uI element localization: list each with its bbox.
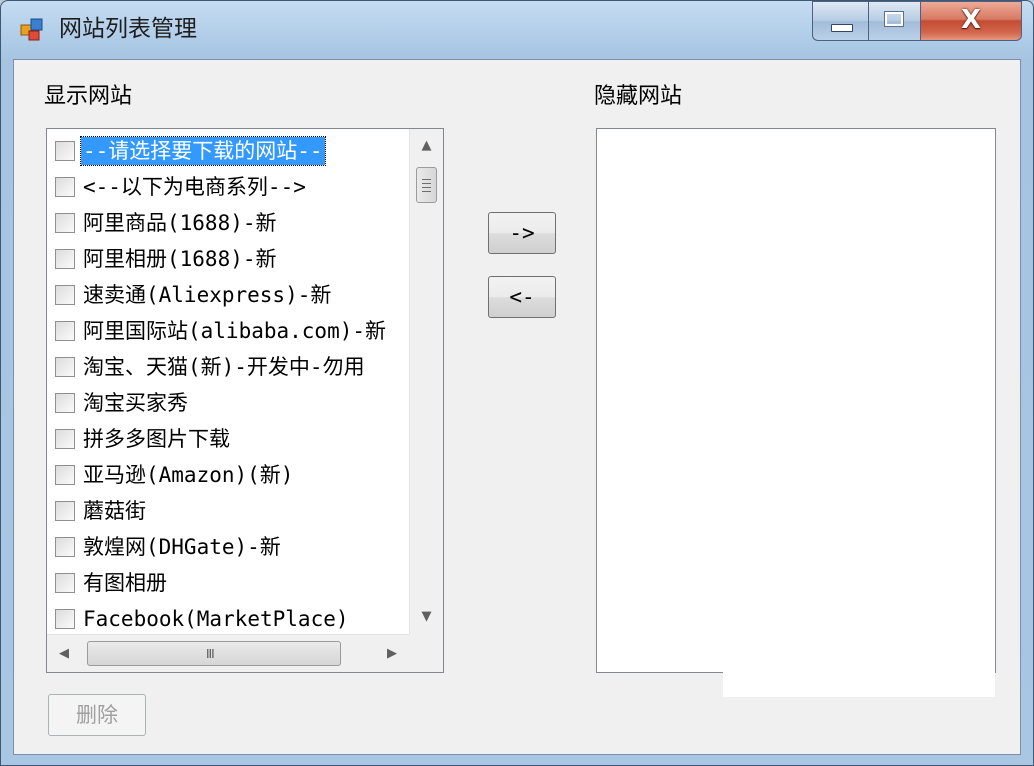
item-label: 蘑菇街 [83,499,146,523]
item-label: Facebook(MarketPlace) [83,607,349,631]
list-item[interactable]: Facebook(MarketPlace) [55,601,351,634]
item-checkbox[interactable] [55,501,75,521]
item-checkbox[interactable] [55,213,75,233]
item-checkbox[interactable] [55,573,75,593]
close-button[interactable]: X [920,1,1022,41]
list-item[interactable]: 亚马逊(Amazon)(新) [55,457,295,493]
blank-overlay [723,597,995,697]
item-checkbox[interactable] [55,465,75,485]
item-label: 有图相册 [83,571,167,595]
list-item[interactable]: 拼多多图片下载 [55,421,232,457]
grip-icon: III [206,647,215,661]
horizontal-scrollbar[interactable]: ◀ III ▶ [47,634,443,672]
item-label: <--以下为电商系列--> [83,175,306,199]
move-to-hidden-button[interactable]: -> [488,212,556,254]
maximize-icon [884,11,904,27]
item-checkbox[interactable] [55,177,75,197]
show-sites-label: 显示网站 [44,84,133,109]
close-icon: X [960,5,982,35]
item-label: 阿里商品(1688)-新 [83,211,277,235]
list-item[interactable]: 阿里商品(1688)-新 [55,205,279,241]
list-item[interactable]: --请选择要下载的网站-- [55,133,326,169]
list-item[interactable]: 淘宝、天猫(新)-开发中-勿用 [55,349,367,385]
move-to-show-button[interactable]: <- [488,276,556,318]
show-sites-listbox[interactable]: --请选择要下载的网站-- <--以下为电商系列--> 阿里商品(1688)-新 阿里… [46,128,444,673]
item-label: 亚马逊(Amazon)(新) [83,463,294,487]
scroll-down-arrow-icon[interactable]: ▼ [410,600,443,634]
list-item[interactable]: 阿里国际站(alibaba.com)-新 [55,313,388,349]
item-checkbox[interactable] [55,393,75,413]
list-item[interactable]: 淘宝买家秀 [55,385,190,421]
item-label: 阿里相册(1688)-新 [83,247,277,271]
maximize-button[interactable] [868,1,920,41]
item-label: 拼多多图片下载 [83,427,230,451]
app-icon [20,18,43,41]
list-item[interactable]: 敦煌网(DHGate)-新 [55,529,283,565]
scrollbar-corner [409,634,443,672]
list-item[interactable]: <--以下为电商系列--> [55,169,308,205]
scroll-left-arrow-icon[interactable]: ◀ [47,635,81,672]
caption-buttons: X [812,1,1022,41]
item-checkbox[interactable] [55,537,75,557]
hidden-sites-label: 隐藏网站 [594,84,683,109]
item-label: --请选择要下载的网站-- [80,136,326,166]
minimize-icon [831,24,853,32]
item-checkbox[interactable] [55,321,75,341]
vertical-scroll-thumb[interactable] [416,167,437,203]
item-checkbox[interactable] [55,249,75,269]
item-label: 敦煌网(DHGate)-新 [83,535,281,559]
vertical-scrollbar[interactable]: ▲ ▼ [409,129,443,634]
item-label: 阿里国际站(alibaba.com)-新 [83,319,387,343]
item-checkbox[interactable] [55,285,75,305]
scroll-up-arrow-icon[interactable]: ▲ [410,129,443,163]
minimize-button[interactable] [812,1,868,41]
scroll-right-arrow-icon[interactable]: ▶ [375,635,409,672]
title-bar[interactable]: 网站列表管理 X [1,1,1033,59]
hidden-sites-listbox[interactable] [596,128,996,673]
item-label: 速卖通(Aliexpress)-新 [83,283,332,307]
item-checkbox[interactable] [55,141,75,161]
item-label: 淘宝、天猫(新)-开发中-勿用 [83,355,365,379]
list-item[interactable]: 速卖通(Aliexpress)-新 [55,277,333,313]
delete-button[interactable]: 删除 [48,694,146,736]
list-item[interactable]: 阿里相册(1688)-新 [55,241,279,277]
item-checkbox[interactable] [55,429,75,449]
list-item[interactable]: 有图相册 [55,565,169,601]
window-title: 网站列表管理 [59,16,197,42]
horizontal-scroll-thumb[interactable]: III [87,641,341,666]
show-sites-items: --请选择要下载的网站-- <--以下为电商系列--> 阿里商品(1688)-新 阿里… [47,129,411,634]
item-checkbox[interactable] [55,357,75,377]
item-checkbox[interactable] [55,609,75,629]
item-label: 淘宝买家秀 [83,391,188,415]
list-item[interactable]: 蘑菇街 [55,493,148,529]
app-window: 网站列表管理 X 显示网站 隐藏网站 --请选择要下载的网站-- <--以下为电商… [0,0,1034,766]
